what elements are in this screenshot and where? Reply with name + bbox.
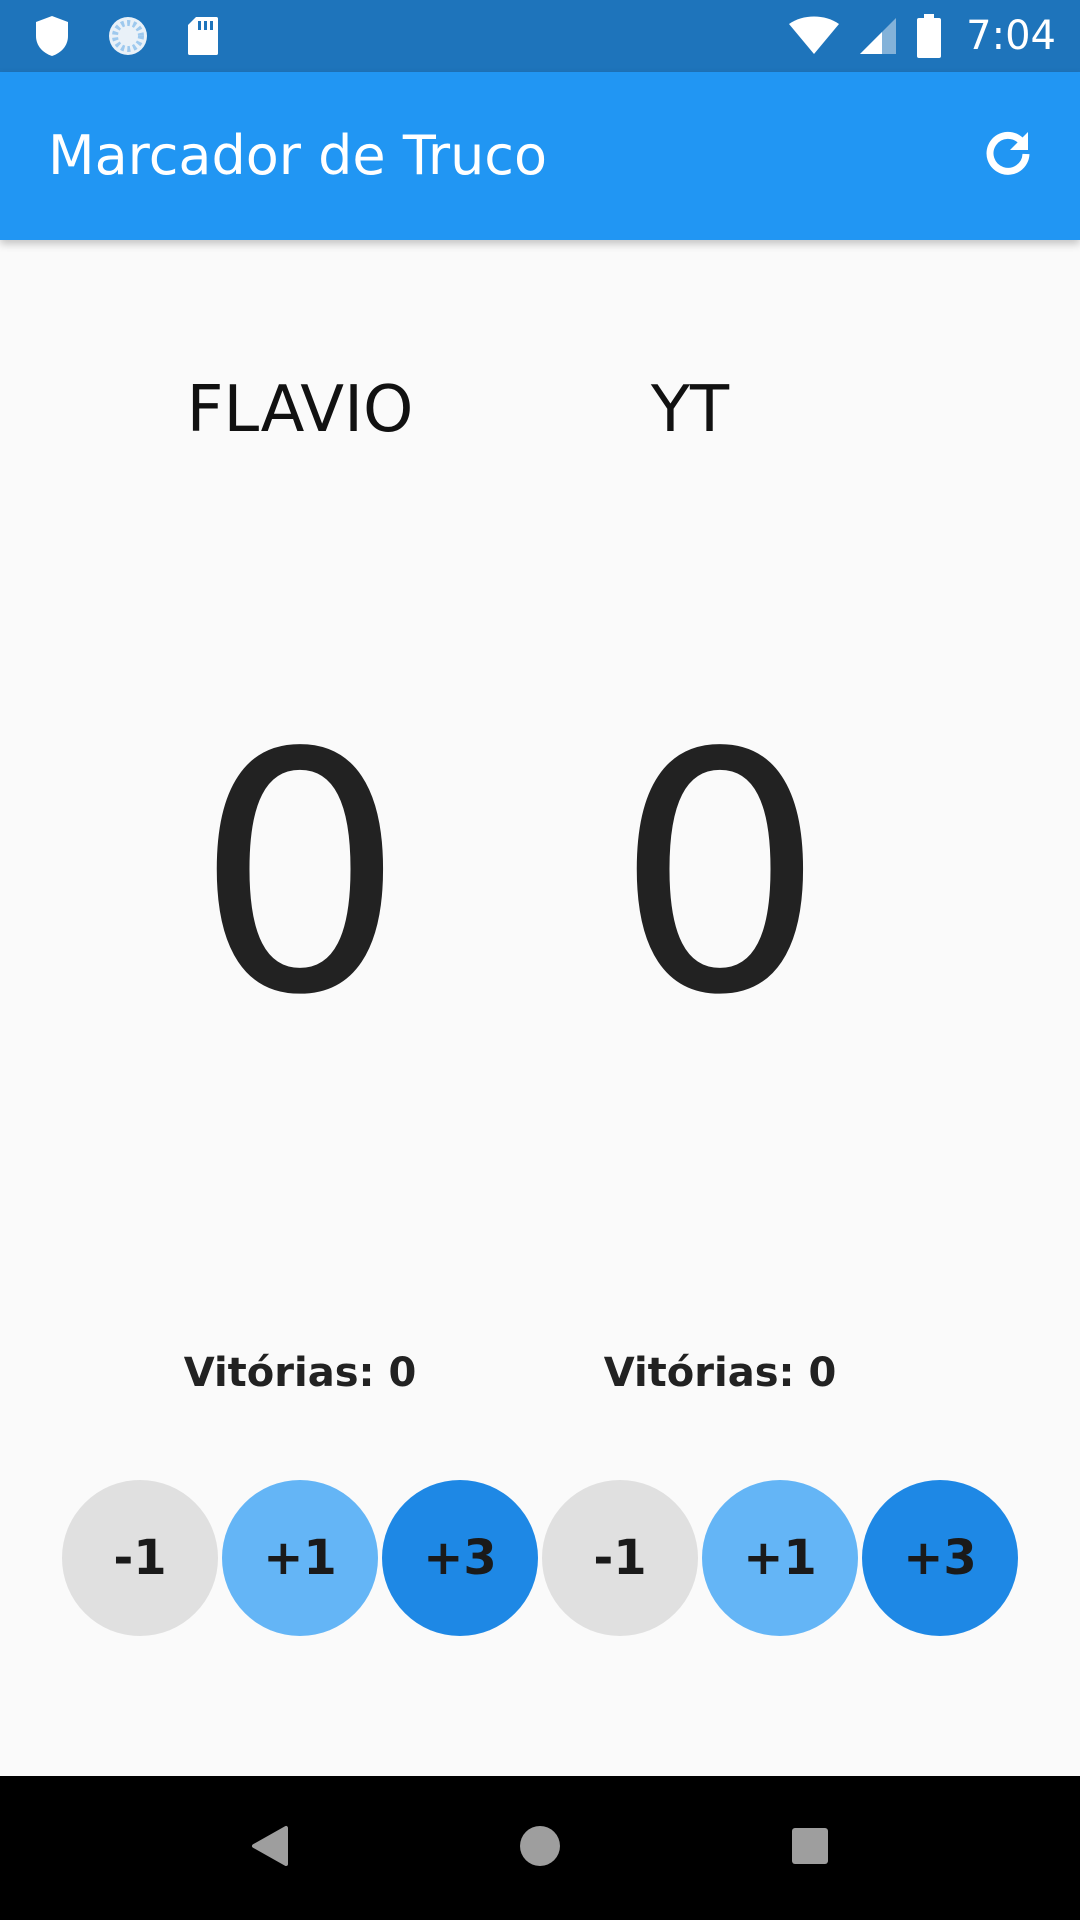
player-2-minus-1-button[interactable]: -1 [542, 1480, 698, 1636]
home-button[interactable] [504, 1812, 576, 1884]
score-buttons: -1 +1 +3 -1 +1 +3 [62, 1480, 1018, 1636]
wins-label: Vitórias: [183, 1350, 375, 1396]
player-1-minus-1-button[interactable]: -1 [62, 1480, 218, 1636]
recents-icon [790, 1826, 830, 1871]
wins-text: Vitórias: 0 [480, 1350, 960, 1396]
recents-button[interactable] [774, 1812, 846, 1884]
player-1-plus-3-button[interactable]: +3 [382, 1480, 538, 1636]
player-2-plus-1-button[interactable]: +1 [702, 1480, 858, 1636]
status-right-icons: 7:04 [788, 10, 1056, 62]
signal-icon [858, 16, 898, 56]
player-2-plus-3-button[interactable]: +3 [862, 1480, 1018, 1636]
app-title: Marcador de Truco [48, 124, 548, 187]
refresh-button[interactable] [972, 120, 1044, 192]
clock: 7:04 [966, 13, 1056, 59]
player-score: 0 [615, 683, 825, 1067]
battery-icon [916, 13, 942, 59]
player-name: FLAVIO [186, 373, 414, 447]
player-1-plus-1-button[interactable]: +1 [222, 1480, 378, 1636]
player-name: YT [650, 373, 730, 447]
app-bar: Marcador de Truco [0, 72, 1080, 240]
navigation-bar [0, 1776, 1080, 1920]
shield-icon [34, 14, 70, 58]
back-icon [250, 1824, 290, 1873]
status-left-icons [34, 14, 220, 58]
player-score: 0 [195, 683, 405, 1067]
wins-value: 0 [388, 1350, 417, 1396]
screen: 7:04 Marcador de Truco FLAVIO 0 Vitórias… [0, 0, 1080, 1920]
wins-label: Vitórias: [603, 1350, 795, 1396]
back-button[interactable] [234, 1812, 306, 1884]
sync-icon [106, 14, 150, 58]
status-bar: 7:04 [0, 0, 1080, 72]
wifi-icon [788, 16, 840, 56]
home-icon [518, 1824, 562, 1873]
wins-value: 0 [808, 1350, 837, 1396]
wins-text: Vitórias: 0 [60, 1350, 540, 1396]
sd-card-icon [186, 15, 220, 57]
refresh-icon [982, 128, 1034, 185]
